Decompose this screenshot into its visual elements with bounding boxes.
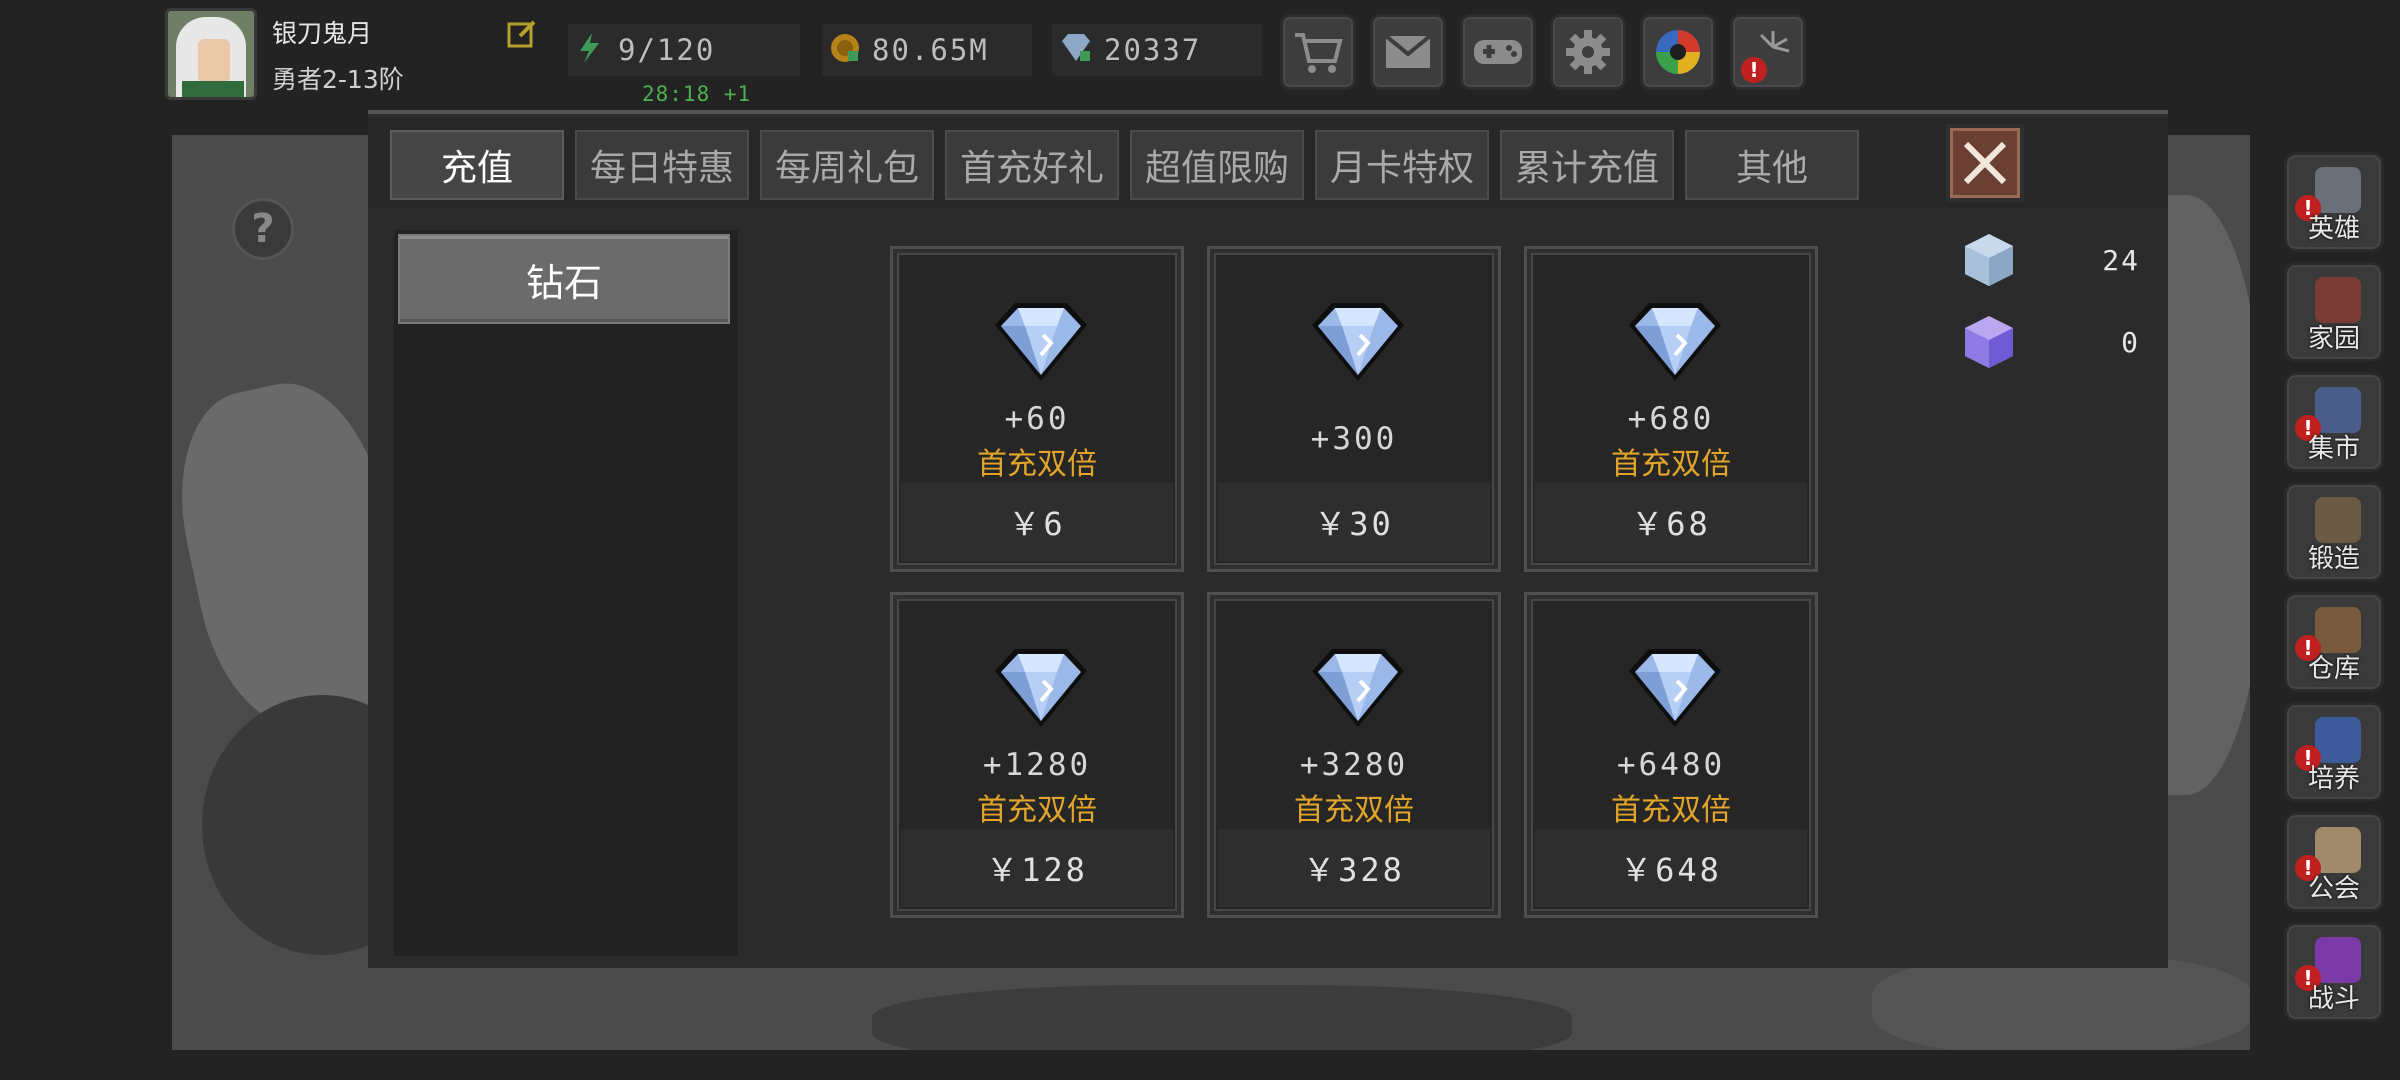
- price-button[interactable]: ￥68: [1535, 483, 1807, 561]
- ice-cube-currency: 24: [1960, 230, 2160, 290]
- tab-recharge[interactable]: 充值: [390, 130, 564, 200]
- tab-first-recharge[interactable]: 首充好礼: [945, 130, 1119, 200]
- side-menu-item[interactable]: ! 战斗: [2284, 922, 2384, 1022]
- tab-cumulative-recharge[interactable]: 累计充值: [1500, 130, 1674, 200]
- side-menu-item[interactable]: ! 培养: [2284, 702, 2384, 802]
- price-button[interactable]: ￥128: [901, 829, 1173, 907]
- help-button[interactable]: ?: [232, 198, 294, 260]
- mail-button[interactable]: [1370, 14, 1446, 90]
- energy-counter[interactable]: 9/120: [568, 24, 800, 76]
- diamond-icon: [995, 303, 1087, 381]
- settings-button[interactable]: [1550, 14, 1626, 90]
- diamond-amount: +6480: [1616, 747, 1726, 783]
- side-menu-label: 家园: [2307, 324, 2360, 354]
- aperture-icon: [1656, 30, 1700, 74]
- camera-button[interactable]: [1640, 14, 1716, 90]
- menu-icon: [2315, 937, 2361, 983]
- price-button[interactable]: ￥328: [1218, 829, 1490, 907]
- alert-badge: !: [1741, 57, 1767, 83]
- menu-icon: [2315, 387, 2361, 433]
- gem-counter[interactable]: 20337: [1052, 24, 1262, 76]
- tab-other[interactable]: 其他: [1685, 130, 1859, 200]
- side-menu-label: 仓库: [2307, 654, 2360, 684]
- price-button[interactable]: ￥648: [1535, 829, 1807, 907]
- player-name: 银刀鬼月: [272, 19, 373, 48]
- menu-icon: [2315, 497, 2361, 543]
- diamond-pack-card[interactable]: +680 首充双倍 ￥68: [1524, 246, 1818, 572]
- diamond-icon: [1058, 31, 1094, 69]
- diamond-amount: +1280: [982, 747, 1092, 783]
- gold-coin-icon: [828, 31, 862, 69]
- tab-limited-offers[interactable]: 超值限购: [1130, 130, 1304, 200]
- first-recharge-bonus-label: 首充双倍: [1294, 793, 1414, 828]
- side-menu-item[interactable]: ! 仓库: [2284, 592, 2384, 692]
- player-rank: 勇者2-13阶: [272, 65, 404, 94]
- side-menu-label: 公会: [2307, 874, 2360, 904]
- side-menu-label: 英雄: [2307, 214, 2360, 244]
- diamond-amount: +60: [1004, 401, 1070, 437]
- purple-cube-currency: 0: [1960, 312, 2160, 372]
- first-recharge-bonus-label: 首充双倍: [1611, 793, 1731, 828]
- gold-counter[interactable]: 80.65M: [822, 24, 1032, 76]
- side-menu-item[interactable]: ! 集市: [2284, 372, 2384, 472]
- edit-name-icon[interactable]: [506, 18, 538, 50]
- mail-icon: [1384, 34, 1432, 68]
- fireworks-button[interactable]: !: [1730, 14, 1806, 90]
- diamond-pack-card[interactable]: +3280 首充双倍 ￥328: [1207, 592, 1501, 918]
- tab-weekly-pack[interactable]: 每周礼包: [760, 130, 934, 200]
- side-menu-item[interactable]: 家园: [2284, 262, 2384, 362]
- energy-value: 9/120: [618, 33, 716, 67]
- gem-value: 20337: [1104, 33, 1202, 67]
- gamepad-button[interactable]: [1460, 14, 1536, 90]
- first-recharge-bonus-label: 首充双倍: [1611, 447, 1731, 482]
- diamond-icon: [1312, 649, 1404, 727]
- gold-value: 80.65M: [872, 33, 989, 67]
- diamond-amount: +3280: [1299, 747, 1409, 783]
- side-menu-label: 培养: [2307, 764, 2360, 794]
- shop-cart-button[interactable]: [1280, 14, 1356, 90]
- diamond-pack-card[interactable]: +60 首充双倍 ￥6: [890, 246, 1184, 572]
- first-recharge-bonus-label: 首充双倍: [977, 793, 1097, 828]
- energy-icon: [572, 31, 606, 69]
- diamond-icon: [1629, 303, 1721, 381]
- side-menu-label: 锻造: [2307, 544, 2360, 574]
- side-menu-item[interactable]: ! 英雄: [2284, 152, 2384, 252]
- category-list: [394, 230, 738, 956]
- price-button[interactable]: ￥30: [1218, 483, 1490, 561]
- diamond-icon: [1629, 649, 1721, 727]
- price-button[interactable]: ￥6: [901, 483, 1173, 561]
- side-menu-label: 战斗: [2307, 984, 2360, 1014]
- tab-monthly-card[interactable]: 月卡特权: [1315, 130, 1489, 200]
- menu-icon: [2315, 827, 2361, 873]
- purple-cube-count: 0: [2121, 325, 2140, 359]
- close-icon: [1963, 141, 2007, 185]
- diamond-pack-card[interactable]: +6480 首充双倍 ￥648: [1524, 592, 1818, 918]
- ice-cube-count: 24: [2102, 243, 2140, 277]
- energy-timer: 28:18 +1: [642, 82, 752, 106]
- diamond-amount: +300: [1310, 421, 1398, 457]
- gear-icon: [1566, 30, 1610, 74]
- menu-icon: [2315, 277, 2361, 323]
- diamond-amount: +680: [1627, 401, 1715, 437]
- diamond-pack-card[interactable]: +300 ￥30: [1207, 246, 1501, 572]
- side-menu-item[interactable]: 锻造: [2284, 482, 2384, 582]
- purple-cube-icon: [1965, 316, 2013, 368]
- cart-icon: [1295, 33, 1343, 73]
- ice-cube-icon: [1965, 234, 2013, 286]
- avatar[interactable]: [165, 8, 257, 100]
- side-menu-label: 集市: [2307, 434, 2360, 464]
- diamond-pack-card[interactable]: +1280 首充双倍 ￥128: [890, 592, 1184, 918]
- gamepad-icon: [1474, 40, 1522, 64]
- tab-daily-deals[interactable]: 每日特惠: [575, 130, 749, 200]
- first-recharge-bonus-label: 首充双倍: [977, 447, 1097, 482]
- close-button[interactable]: [1946, 124, 2024, 202]
- menu-icon: [2315, 167, 2361, 213]
- diamond-icon: [995, 649, 1087, 727]
- menu-icon: [2315, 717, 2361, 763]
- menu-icon: [2315, 607, 2361, 653]
- diamond-icon: [1312, 303, 1404, 381]
- side-menu-item[interactable]: ! 公会: [2284, 812, 2384, 912]
- category-item-diamond[interactable]: 钻石: [398, 234, 730, 324]
